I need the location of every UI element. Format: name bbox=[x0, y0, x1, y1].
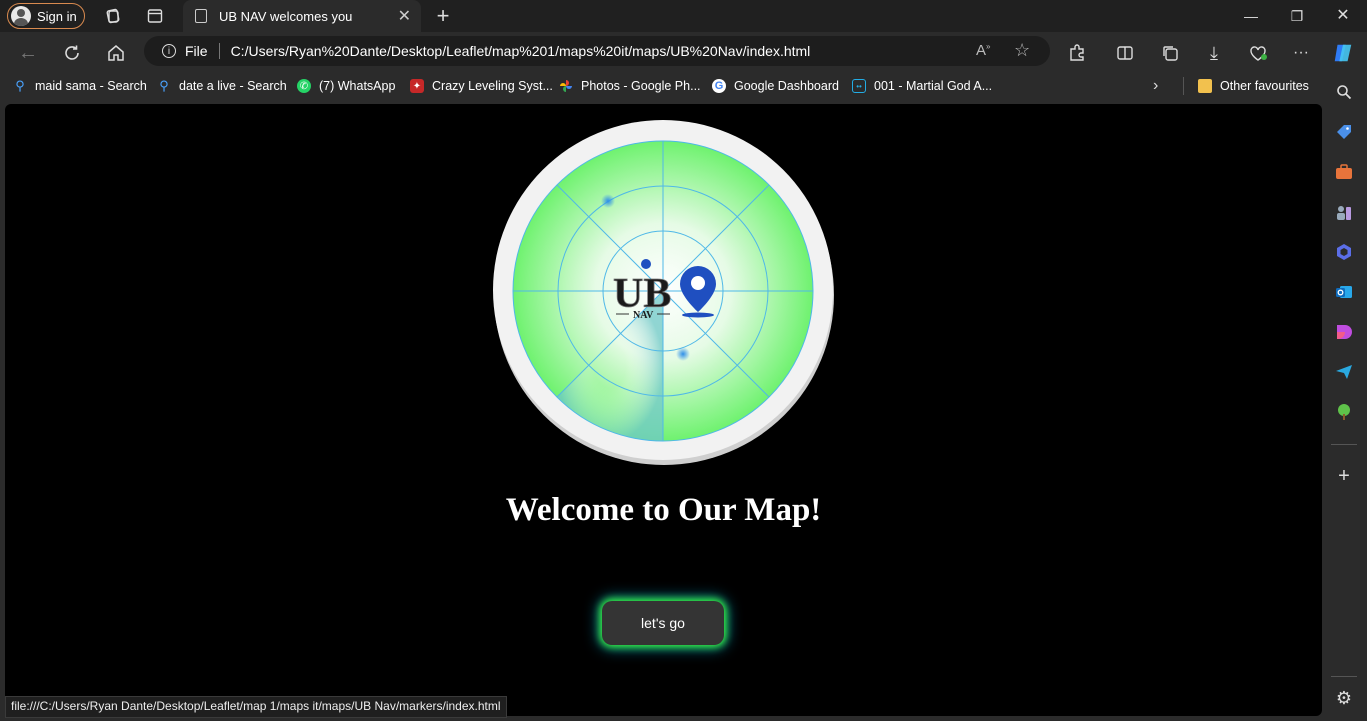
restore-icon[interactable]: ❐ bbox=[1287, 6, 1307, 26]
bookmark-label: maid sama - Search bbox=[35, 79, 147, 93]
search-icon: ⚲ bbox=[159, 78, 169, 93]
bookmark-label: (7) WhatsApp bbox=[319, 79, 396, 93]
microsoft-365-icon[interactable] bbox=[1334, 242, 1354, 262]
welcome-heading: Welcome to Our Map! bbox=[505, 492, 822, 528]
close-tab-icon[interactable]: ✕ bbox=[398, 6, 411, 26]
copilot-icon[interactable] bbox=[1332, 42, 1354, 64]
sign-in-button[interactable]: Sign in bbox=[7, 3, 85, 29]
sidebar-search-icon[interactable] bbox=[1334, 82, 1354, 102]
tab-actions-icon[interactable] bbox=[145, 6, 165, 26]
games-icon[interactable] bbox=[1334, 202, 1354, 222]
bookmark-label: Photos - Google Ph... bbox=[581, 79, 701, 93]
address-url[interactable]: C:/Users/Ryan%20Dante/Desktop/Leaflet/ma… bbox=[231, 43, 811, 59]
extensions-icon[interactable] bbox=[1066, 42, 1088, 64]
shopping-tag-icon[interactable] bbox=[1334, 122, 1354, 142]
read-aloud-icon[interactable]: A» bbox=[976, 42, 990, 59]
radar-logo: UB NAV bbox=[493, 120, 834, 465]
bookmark-label: 001 - Martial God A... bbox=[874, 79, 993, 93]
status-bar-url: file:///C:/Users/Ryan Dante/Desktop/Leaf… bbox=[5, 696, 507, 718]
add-sidebar-app-icon[interactable]: + bbox=[1334, 465, 1354, 487]
browser-essentials-icon[interactable] bbox=[1247, 42, 1269, 64]
workspaces-icon[interactable] bbox=[103, 6, 123, 26]
google-photos-icon bbox=[559, 79, 573, 93]
address-separator bbox=[218, 43, 220, 59]
avatar bbox=[11, 6, 31, 26]
split-screen-icon[interactable] bbox=[1114, 42, 1136, 64]
more-bookmarks-chevron-icon[interactable]: › bbox=[1153, 76, 1158, 96]
designer-icon[interactable] bbox=[1334, 322, 1354, 342]
whatsapp-icon: ✆ bbox=[297, 79, 311, 93]
close-window-icon[interactable]: ✕ bbox=[1333, 6, 1353, 26]
site-icon: ✦ bbox=[410, 79, 424, 93]
minimize-icon[interactable]: — bbox=[1241, 6, 1261, 26]
address-scheme: File bbox=[185, 43, 208, 59]
info-icon[interactable]: i bbox=[162, 44, 176, 58]
google-icon: G bbox=[712, 79, 726, 93]
bookmark-label: Other favourites bbox=[1220, 79, 1309, 93]
bookmark-whatsapp[interactable]: ✆ (7) WhatsApp bbox=[297, 76, 395, 96]
drop-send-icon[interactable] bbox=[1334, 362, 1354, 382]
bookmark-label: date a live - Search bbox=[179, 79, 287, 93]
bookmark-google-dashboard[interactable]: G Google Dashboard bbox=[712, 76, 839, 96]
tree-icon[interactable] bbox=[1334, 402, 1354, 422]
bookmark-maid-sama[interactable]: ⚲ maid sama - Search bbox=[13, 76, 147, 96]
bookmark-divider bbox=[1183, 77, 1184, 95]
downloads-icon[interactable]: ⤓ bbox=[1203, 42, 1225, 64]
bookmark-google-photos[interactable]: Photos - Google Ph... bbox=[559, 76, 701, 96]
more-options-icon[interactable]: ··· bbox=[1290, 42, 1312, 64]
bookmark-label: Crazy Leveling Syst... bbox=[432, 79, 553, 93]
sign-in-label: Sign in bbox=[37, 8, 77, 24]
folder-icon bbox=[1198, 79, 1212, 93]
sidebar-divider bbox=[1331, 444, 1357, 445]
back-icon[interactable]: ← bbox=[17, 42, 39, 64]
new-tab-icon[interactable]: + bbox=[433, 3, 453, 28]
bilibili-icon: •• bbox=[852, 79, 866, 93]
outlook-icon[interactable] bbox=[1334, 282, 1354, 302]
tab-ub-nav[interactable]: UB NAV welcomes you ✕ bbox=[183, 0, 421, 32]
favorite-star-icon[interactable]: ☆ bbox=[1014, 40, 1030, 61]
search-icon: ⚲ bbox=[15, 78, 25, 93]
refresh-icon[interactable] bbox=[61, 42, 83, 64]
collections-icon[interactable] bbox=[1159, 42, 1181, 64]
tools-icon[interactable] bbox=[1334, 162, 1354, 182]
home-icon[interactable] bbox=[105, 42, 127, 64]
lets-go-button[interactable]: let's go bbox=[602, 601, 724, 645]
other-favourites-folder[interactable]: Other favourites bbox=[1198, 76, 1309, 96]
sidebar-settings-gear-icon[interactable]: ⚙ bbox=[1334, 688, 1354, 708]
bookmark-martial-god[interactable]: •• 001 - Martial God A... bbox=[852, 76, 992, 96]
bookmark-crazy-leveling[interactable]: ✦ Crazy Leveling Syst... bbox=[410, 76, 553, 96]
page-icon bbox=[195, 9, 207, 23]
sidebar-divider-bottom bbox=[1331, 676, 1357, 677]
logo-subtext: NAV bbox=[633, 310, 654, 321]
bookmark-date-a-live[interactable]: ⚲ date a live - Search bbox=[157, 76, 287, 96]
bookmark-label: Google Dashboard bbox=[734, 79, 839, 93]
tab-title: UB NAV welcomes you bbox=[219, 8, 353, 24]
page-viewport: UB NAV Welcome to Our Map! let's go bbox=[5, 104, 1322, 716]
address-bar[interactable]: i File C:/Users/Ryan%20Dante/Desktop/Lea… bbox=[144, 36, 1050, 66]
